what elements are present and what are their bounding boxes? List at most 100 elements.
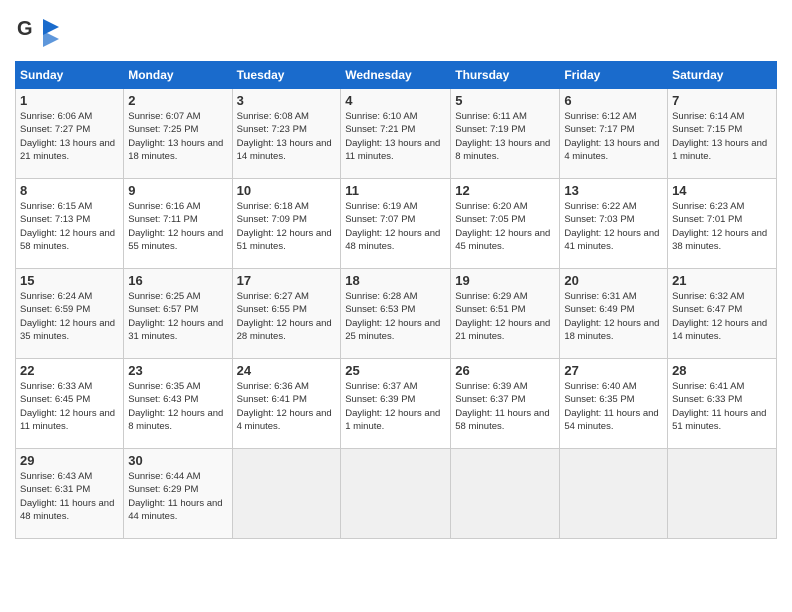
day-number: 17 bbox=[237, 273, 337, 288]
day-number: 13 bbox=[564, 183, 663, 198]
header: G bbox=[15, 15, 777, 51]
day-info: Sunrise: 6:31 AMSunset: 6:49 PMDaylight:… bbox=[564, 291, 659, 342]
day-number: 24 bbox=[237, 363, 337, 378]
day-number: 22 bbox=[20, 363, 119, 378]
day-info: Sunrise: 6:10 AMSunset: 7:21 PMDaylight:… bbox=[345, 111, 440, 162]
day-info: Sunrise: 6:07 AMSunset: 7:25 PMDaylight:… bbox=[128, 111, 223, 162]
weekday-thursday: Thursday bbox=[451, 62, 560, 89]
calendar-cell: 30 Sunrise: 6:44 AMSunset: 6:29 PMDayligh… bbox=[124, 449, 232, 539]
calendar-cell bbox=[341, 449, 451, 539]
day-info: Sunrise: 6:41 AMSunset: 6:33 PMDaylight:… bbox=[672, 381, 766, 432]
day-info: Sunrise: 6:43 AMSunset: 6:31 PMDaylight:… bbox=[20, 471, 114, 522]
day-number: 10 bbox=[237, 183, 337, 198]
calendar-cell: 24 Sunrise: 6:36 AMSunset: 6:41 PMDayligh… bbox=[232, 359, 341, 449]
calendar-cell: 18 Sunrise: 6:28 AMSunset: 6:53 PMDayligh… bbox=[341, 269, 451, 359]
day-number: 12 bbox=[455, 183, 555, 198]
calendar-cell: 20 Sunrise: 6:31 AMSunset: 6:49 PMDayligh… bbox=[560, 269, 668, 359]
calendar-cell bbox=[451, 449, 560, 539]
day-info: Sunrise: 6:22 AMSunset: 7:03 PMDaylight:… bbox=[564, 201, 659, 252]
day-number: 15 bbox=[20, 273, 119, 288]
weekday-sunday: Sunday bbox=[16, 62, 124, 89]
calendar-cell: 29 Sunrise: 6:43 AMSunset: 6:31 PMDayligh… bbox=[16, 449, 124, 539]
calendar-cell: 16Sunrise: 6:25 AMSunset: 6:57 PMDayligh… bbox=[124, 269, 232, 359]
week-row-1: 1 Sunrise: 6:06 AMSunset: 7:27 PMDaylight… bbox=[16, 89, 777, 179]
calendar-cell: 11 Sunrise: 6:19 AMSunset: 7:07 PMDayligh… bbox=[341, 179, 451, 269]
week-row-5: 29 Sunrise: 6:43 AMSunset: 6:31 PMDayligh… bbox=[16, 449, 777, 539]
calendar-cell bbox=[668, 449, 777, 539]
day-info: Sunrise: 6:06 AMSunset: 7:27 PMDaylight:… bbox=[20, 111, 115, 162]
weekday-wednesday: Wednesday bbox=[341, 62, 451, 89]
svg-text:G: G bbox=[17, 18, 33, 40]
day-number: 8 bbox=[20, 183, 119, 198]
day-info: Sunrise: 6:18 AMSunset: 7:09 PMDaylight:… bbox=[237, 201, 332, 252]
calendar-cell: 3 Sunrise: 6:08 AMSunset: 7:23 PMDaylight… bbox=[232, 89, 341, 179]
day-info: Sunrise: 6:19 AMSunset: 7:07 PMDaylight:… bbox=[345, 201, 440, 252]
calendar-cell: 2 Sunrise: 6:07 AMSunset: 7:25 PMDaylight… bbox=[124, 89, 232, 179]
day-number: 6 bbox=[564, 93, 663, 108]
week-row-4: 22 Sunrise: 6:33 AMSunset: 6:45 PMDayligh… bbox=[16, 359, 777, 449]
calendar-cell: 6Sunrise: 6:12 AMSunset: 7:17 PMDaylight… bbox=[560, 89, 668, 179]
day-info: Sunrise: 6:37 AMSunset: 6:39 PMDaylight:… bbox=[345, 381, 440, 432]
calendar-cell: 5Sunrise: 6:11 AMSunset: 7:19 PMDaylight… bbox=[451, 89, 560, 179]
day-number: 18 bbox=[345, 273, 446, 288]
weekday-friday: Friday bbox=[560, 62, 668, 89]
weekday-tuesday: Tuesday bbox=[232, 62, 341, 89]
calendar-cell bbox=[232, 449, 341, 539]
day-info: Sunrise: 6:29 AMSunset: 6:51 PMDaylight:… bbox=[455, 291, 550, 342]
calendar-table: SundayMondayTuesdayWednesdayThursdayFrid… bbox=[15, 61, 777, 539]
calendar-cell: 15Sunrise: 6:24 AMSunset: 6:59 PMDayligh… bbox=[16, 269, 124, 359]
day-info: Sunrise: 6:33 AMSunset: 6:45 PMDaylight:… bbox=[20, 381, 115, 432]
calendar-cell: 4 Sunrise: 6:10 AMSunset: 7:21 PMDaylight… bbox=[341, 89, 451, 179]
day-info: Sunrise: 6:27 AMSunset: 6:55 PMDaylight:… bbox=[237, 291, 332, 342]
calendar-cell: 21 Sunrise: 6:32 AMSunset: 6:47 PMDayligh… bbox=[668, 269, 777, 359]
page: G SundayMondayTuesdayWednesdayThursdayFr… bbox=[0, 0, 792, 612]
day-number: 19 bbox=[455, 273, 555, 288]
calendar-cell: 9Sunrise: 6:16 AMSunset: 7:11 PMDaylight… bbox=[124, 179, 232, 269]
day-number: 11 bbox=[345, 183, 446, 198]
day-number: 9 bbox=[128, 183, 227, 198]
day-info: Sunrise: 6:35 AMSunset: 6:43 PMDaylight:… bbox=[128, 381, 223, 432]
day-number: 2 bbox=[128, 93, 227, 108]
calendar-cell: 27Sunrise: 6:40 AMSunset: 6:35 PMDayligh… bbox=[560, 359, 668, 449]
day-number: 29 bbox=[20, 453, 119, 468]
calendar-cell: 19 Sunrise: 6:29 AMSunset: 6:51 PMDayligh… bbox=[451, 269, 560, 359]
weekday-saturday: Saturday bbox=[668, 62, 777, 89]
day-info: Sunrise: 6:08 AMSunset: 7:23 PMDaylight:… bbox=[237, 111, 332, 162]
day-number: 25 bbox=[345, 363, 446, 378]
calendar-cell: 28Sunrise: 6:41 AMSunset: 6:33 PMDayligh… bbox=[668, 359, 777, 449]
day-info: Sunrise: 6:14 AMSunset: 7:15 PMDaylight:… bbox=[672, 111, 767, 162]
weekday-monday: Monday bbox=[124, 62, 232, 89]
day-info: Sunrise: 6:28 AMSunset: 6:53 PMDaylight:… bbox=[345, 291, 440, 342]
day-info: Sunrise: 6:44 AMSunset: 6:29 PMDaylight:… bbox=[128, 471, 222, 522]
calendar-cell: 12 Sunrise: 6:20 AMSunset: 7:05 PMDayligh… bbox=[451, 179, 560, 269]
calendar-cell: 14Sunrise: 6:23 AMSunset: 7:01 PMDayligh… bbox=[668, 179, 777, 269]
weekday-header-row: SundayMondayTuesdayWednesdayThursdayFrid… bbox=[16, 62, 777, 89]
calendar-cell: 7 Sunrise: 6:14 AMSunset: 7:15 PMDaylight… bbox=[668, 89, 777, 179]
day-number: 7 bbox=[672, 93, 772, 108]
day-number: 21 bbox=[672, 273, 772, 288]
calendar-cell: 1 Sunrise: 6:06 AMSunset: 7:27 PMDaylight… bbox=[16, 89, 124, 179]
day-info: Sunrise: 6:15 AMSunset: 7:13 PMDaylight:… bbox=[20, 201, 115, 252]
logo: G bbox=[15, 15, 63, 51]
day-number: 4 bbox=[345, 93, 446, 108]
logo-icon: G bbox=[15, 15, 59, 51]
day-number: 30 bbox=[128, 453, 227, 468]
day-info: Sunrise: 6:36 AMSunset: 6:41 PMDaylight:… bbox=[237, 381, 332, 432]
calendar-cell: 17 Sunrise: 6:27 AMSunset: 6:55 PMDayligh… bbox=[232, 269, 341, 359]
calendar-cell: 23 Sunrise: 6:35 AMSunset: 6:43 PMDayligh… bbox=[124, 359, 232, 449]
day-number: 14 bbox=[672, 183, 772, 198]
day-number: 20 bbox=[564, 273, 663, 288]
day-number: 16 bbox=[128, 273, 227, 288]
day-number: 23 bbox=[128, 363, 227, 378]
calendar-cell: 26Sunrise: 6:39 AMSunset: 6:37 PMDayligh… bbox=[451, 359, 560, 449]
calendar-cell: 25 Sunrise: 6:37 AMSunset: 6:39 PMDayligh… bbox=[341, 359, 451, 449]
calendar-cell bbox=[560, 449, 668, 539]
day-number: 26 bbox=[455, 363, 555, 378]
week-row-3: 15Sunrise: 6:24 AMSunset: 6:59 PMDayligh… bbox=[16, 269, 777, 359]
day-info: Sunrise: 6:20 AMSunset: 7:05 PMDaylight:… bbox=[455, 201, 550, 252]
calendar-cell: 13 Sunrise: 6:22 AMSunset: 7:03 PMDayligh… bbox=[560, 179, 668, 269]
day-number: 3 bbox=[237, 93, 337, 108]
week-row-2: 8 Sunrise: 6:15 AMSunset: 7:13 PMDaylight… bbox=[16, 179, 777, 269]
day-info: Sunrise: 6:32 AMSunset: 6:47 PMDaylight:… bbox=[672, 291, 767, 342]
day-number: 1 bbox=[20, 93, 119, 108]
